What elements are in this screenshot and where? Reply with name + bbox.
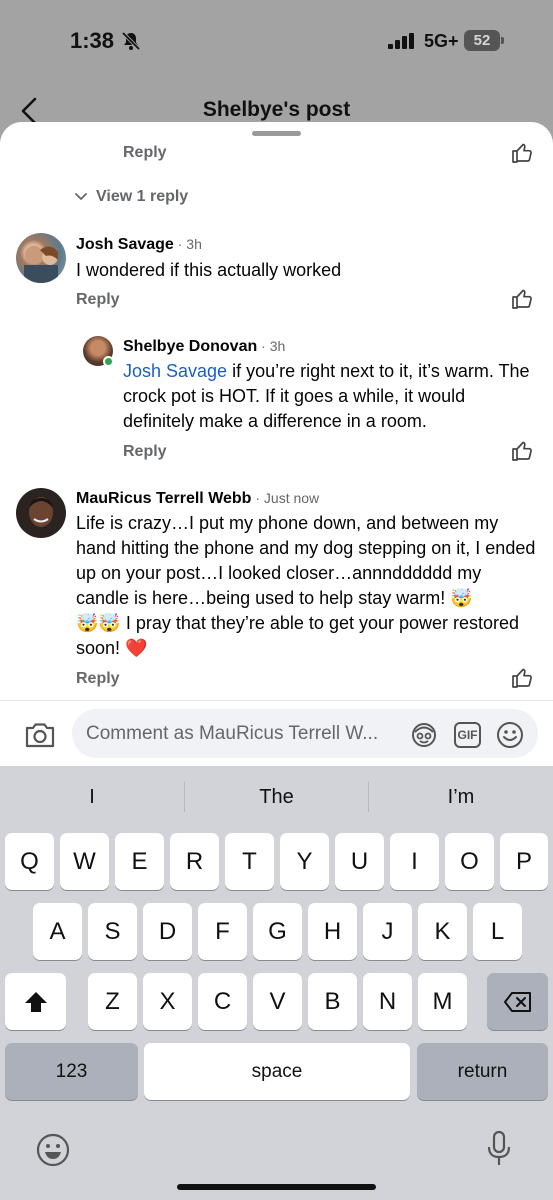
view-replies-label: View 1 reply: [96, 188, 189, 205]
key[interactable]: D: [143, 903, 192, 960]
comment-text: Josh Savage if you’re right next to it, …: [123, 359, 535, 434]
key[interactable]: H: [308, 903, 357, 960]
comment-composer: Comment as MauRicus Terrell W... GIF: [0, 700, 553, 766]
like-icon[interactable]: [511, 440, 533, 462]
key[interactable]: A: [33, 903, 82, 960]
comment-author[interactable]: Shelbye Donovan · 3h: [123, 338, 285, 356]
author-name[interactable]: MauRicus Terrell Webb: [76, 490, 251, 507]
key[interactable]: S: [88, 903, 137, 960]
key[interactable]: O: [445, 833, 494, 890]
shift-icon: [24, 992, 47, 1012]
key[interactable]: E: [115, 833, 164, 890]
key[interactable]: Q: [5, 833, 54, 890]
comment-author[interactable]: MauRicus Terrell Webb · Just now: [76, 490, 319, 508]
reply-button[interactable]: Reply: [76, 670, 120, 688]
bell-off-icon: [121, 31, 141, 51]
emoji-mind-blown: 🤯🤯: [76, 613, 121, 633]
key[interactable]: G: [253, 903, 302, 960]
chevron-down-icon: [75, 192, 87, 201]
network-type: 5G+: [424, 31, 459, 51]
emoji-mind-blown: 🤯: [450, 588, 473, 608]
keyboard: I The I’m Q W E R T Y U I O P A S D F G …: [0, 766, 553, 1200]
comment-author[interactable]: Josh Savage · 3h: [76, 236, 202, 254]
key[interactable]: U: [335, 833, 384, 890]
key[interactable]: W: [60, 833, 109, 890]
key[interactable]: F: [198, 903, 247, 960]
suggestion-1[interactable]: I: [0, 786, 184, 809]
return-key[interactable]: return: [417, 1043, 548, 1100]
mention-link[interactable]: Josh Savage: [123, 361, 227, 381]
signal-icon: [388, 33, 414, 49]
key[interactable]: B: [308, 973, 357, 1030]
avatar-sticker-icon[interactable]: [410, 721, 438, 749]
key[interactable]: M: [418, 973, 467, 1030]
suggestion-2[interactable]: The: [185, 786, 368, 809]
shift-key[interactable]: [5, 973, 66, 1030]
reply-button[interactable]: Reply: [123, 144, 167, 162]
like-icon[interactable]: [511, 667, 533, 689]
avatar[interactable]: [16, 233, 66, 283]
key[interactable]: R: [170, 833, 219, 890]
avatar[interactable]: [16, 488, 66, 538]
key[interactable]: K: [418, 903, 467, 960]
home-indicator[interactable]: [177, 1184, 376, 1190]
backspace-icon: [503, 992, 531, 1012]
reply-button[interactable]: Reply: [123, 443, 167, 461]
space-key[interactable]: space: [144, 1043, 410, 1100]
author-name[interactable]: Josh Savage: [76, 236, 174, 253]
emoji-heart: ❤️: [125, 638, 148, 658]
emoji-icon[interactable]: [496, 721, 524, 749]
key[interactable]: C: [198, 973, 247, 1030]
emoji-keyboard-icon[interactable]: [36, 1133, 70, 1167]
key[interactable]: V: [253, 973, 302, 1030]
microphone-icon[interactable]: [486, 1130, 512, 1168]
status-bar: 1:38 5G+ 52: [0, 0, 553, 80]
key[interactable]: X: [143, 973, 192, 1030]
like-icon[interactable]: [511, 288, 533, 310]
status-time: 1:38: [70, 28, 115, 53]
battery-icon: 52: [464, 30, 504, 51]
gif-label: GIF: [457, 728, 478, 742]
comment-text: I wondered if this actually worked: [76, 260, 342, 280]
online-indicator: [103, 356, 114, 367]
key[interactable]: P: [500, 833, 548, 890]
comment-time: Just now: [263, 490, 320, 506]
page-title: Shelbye's post: [202, 98, 351, 121]
battery-level: 52: [464, 30, 500, 51]
comment-text: Life is crazy…I put my phone down, and b…: [76, 511, 536, 661]
key[interactable]: N: [363, 973, 412, 1030]
author-name[interactable]: Shelbye Donovan: [123, 338, 257, 355]
key[interactable]: L: [473, 903, 522, 960]
like-icon[interactable]: [511, 142, 533, 164]
comment-time: 3h: [269, 338, 286, 354]
camera-icon[interactable]: [24, 721, 56, 749]
key[interactable]: Y: [280, 833, 329, 890]
avatar-photo: [29, 497, 53, 527]
sheet-grabber[interactable]: [252, 131, 301, 136]
key[interactable]: I: [390, 833, 439, 890]
suggestion-3[interactable]: I’m: [369, 786, 553, 809]
view-replies-button[interactable]: View 1 reply: [74, 188, 188, 206]
comment-time: 3h: [186, 236, 202, 252]
key[interactable]: T: [225, 833, 274, 890]
avatar-photo: [24, 246, 58, 283]
gif-button[interactable]: GIF: [454, 722, 481, 748]
numbers-key[interactable]: 123: [5, 1043, 138, 1100]
reply-button[interactable]: Reply: [76, 291, 120, 309]
key[interactable]: J: [363, 903, 412, 960]
key[interactable]: Z: [88, 973, 137, 1030]
delete-key[interactable]: [487, 973, 548, 1030]
